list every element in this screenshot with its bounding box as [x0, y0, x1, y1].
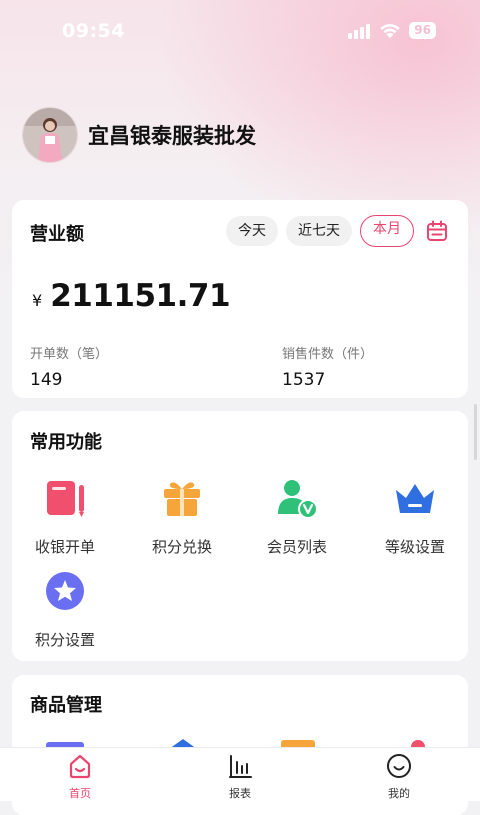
- tab-reports-label: 报表: [229, 787, 251, 800]
- avatar[interactable]: [22, 107, 78, 163]
- scrollbar[interactable]: [474, 404, 477, 460]
- cashier-icon: [47, 481, 84, 517]
- gift-icon: [164, 482, 200, 516]
- orders-label: 开单数（笔）: [30, 347, 109, 362]
- function-member-list[interactable]: 会员列表: [242, 476, 352, 557]
- calendar-icon[interactable]: [426, 220, 448, 242]
- tab-home[interactable]: 首页: [40, 752, 120, 801]
- function-member-list-label: 会员列表: [266, 538, 327, 556]
- signal-icon: [348, 23, 371, 39]
- function-level-settings-label: 等级设置: [384, 538, 445, 556]
- status-time: 09:54: [62, 20, 125, 42]
- function-level-settings[interactable]: 等级设置: [360, 476, 470, 557]
- revenue-amount-value: 211151.71: [50, 278, 231, 314]
- goods-management-title: 商品管理: [30, 695, 102, 716]
- revenue-title: 营业额: [30, 224, 84, 245]
- tab-last-seven-days[interactable]: 近七天: [286, 216, 352, 246]
- wifi-icon: [380, 23, 400, 38]
- chart-icon: [229, 755, 252, 778]
- orders-value: 149: [30, 370, 63, 390]
- battery-indicator: 96: [409, 22, 436, 39]
- function-cashier[interactable]: 收银开单: [10, 476, 120, 557]
- tab-this-month[interactable]: 本月: [360, 215, 414, 247]
- star-icon: [46, 572, 84, 610]
- revenue-card: 营业额 今天 近七天 本月 ¥ 211151.71 开单数（笔） 149 销售件…: [12, 200, 468, 398]
- common-functions-card: 常用功能 收银开单 积分兑换 会员列表 等级设置 积分设置: [12, 411, 468, 661]
- items-label: 销售件数（件）: [282, 347, 374, 362]
- items-value: 1537: [282, 370, 326, 390]
- bottom-tab-bar: 首页 报表 我的: [0, 747, 480, 801]
- tab-reports[interactable]: 报表: [200, 752, 280, 801]
- tab-mine-label: 我的: [388, 787, 410, 800]
- revenue-amount: ¥ 211151.71: [32, 278, 231, 314]
- tab-today[interactable]: 今天: [226, 216, 278, 246]
- function-points-exchange[interactable]: 积分兑换: [127, 476, 237, 557]
- items-stat: 销售件数（件） 1537: [282, 343, 373, 390]
- function-points-exchange-label: 积分兑换: [151, 538, 212, 556]
- orders-stat: 开单数（笔） 149: [30, 343, 108, 390]
- period-tabs: 今天 近七天 本月: [226, 215, 448, 247]
- currency-symbol: ¥: [32, 291, 43, 310]
- profile-icon: [387, 754, 411, 778]
- status-bar: 09:54 96: [0, 0, 480, 64]
- function-cashier-label: 收银开单: [34, 538, 95, 556]
- crown-icon: [396, 484, 434, 513]
- member-icon: [278, 480, 318, 519]
- function-points-settings[interactable]: 积分设置: [10, 569, 120, 650]
- function-points-settings-label: 积分设置: [34, 631, 95, 649]
- home-icon: [69, 754, 91, 779]
- tab-home-label: 首页: [69, 787, 91, 800]
- tab-mine[interactable]: 我的: [359, 752, 439, 801]
- store-name: 宜昌银泰服装批发: [88, 124, 256, 148]
- store-header[interactable]: 宜昌银泰服装批发: [22, 107, 256, 163]
- status-icons: 96: [347, 22, 436, 39]
- common-functions-title: 常用功能: [30, 432, 102, 453]
